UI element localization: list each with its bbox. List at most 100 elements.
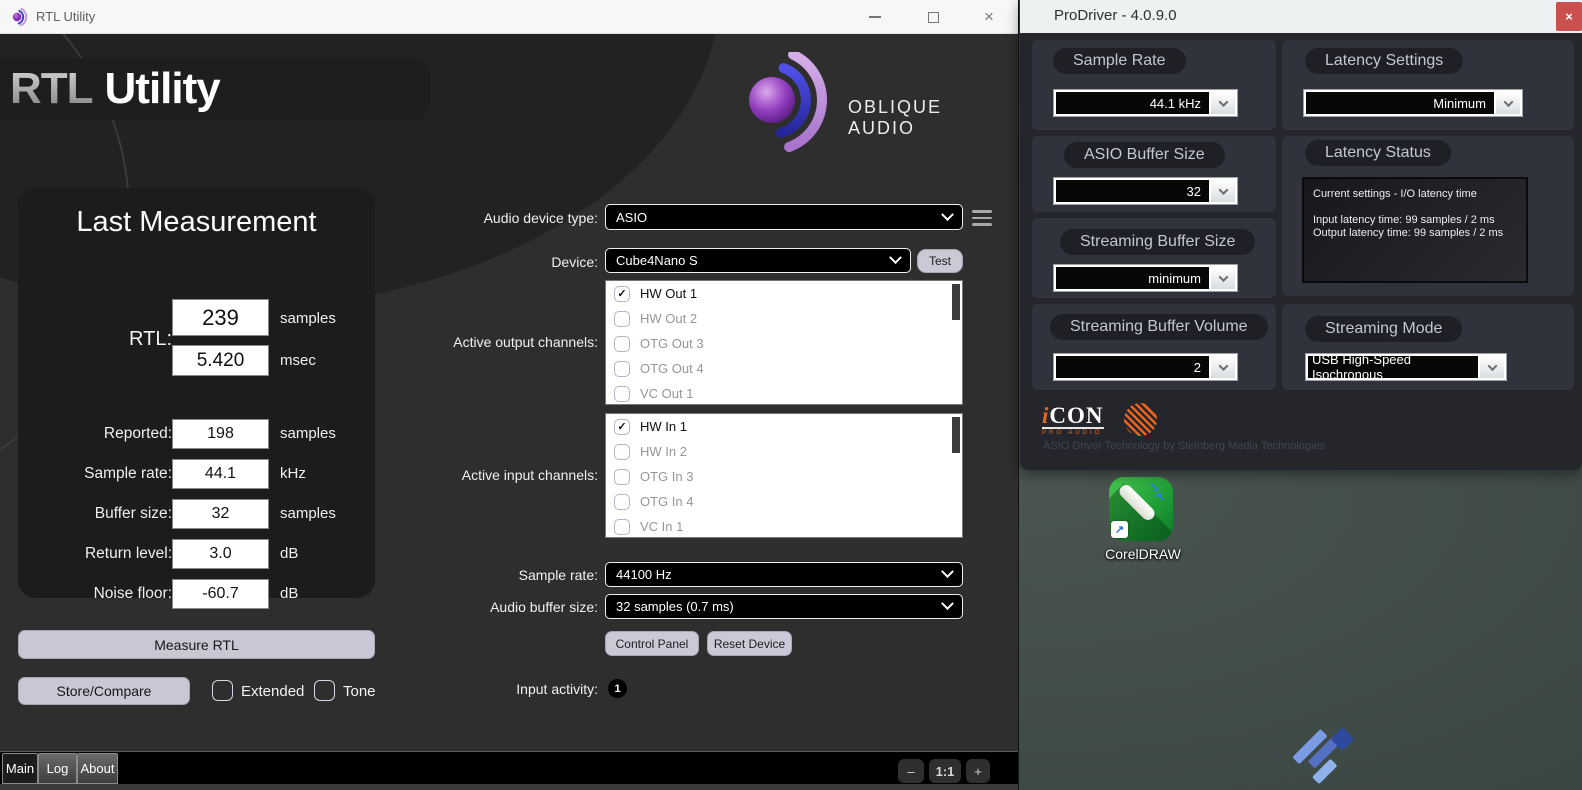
channel-option[interactable]: OTG In 3 [606, 464, 962, 489]
rtl-label: RTL: [129, 328, 172, 350]
test-button[interactable]: Test [917, 249, 963, 273]
channel-option[interactable]: OTG Out 3 [606, 331, 962, 356]
control-panel-button[interactable]: Control Panel [605, 631, 699, 656]
device-type-dropdown[interactable]: ASIO [605, 204, 963, 230]
streaming-buffer-size-dropdown[interactable]: minimum [1053, 264, 1238, 292]
scrollbar-thumb[interactable] [952, 417, 960, 453]
desktop: ↘ ↖ ↗ CorelDRAW RTL Utility × RTL Utility [0, 0, 1582, 790]
minimize-icon [869, 16, 881, 18]
proaudio-sublabel: PRO AUDIO [1042, 430, 1103, 436]
checkbox[interactable] [614, 443, 630, 460]
measure-rtl-button[interactable]: Measure RTL [18, 630, 375, 659]
oblique-logo-icon [749, 49, 827, 152]
device-dropdown[interactable]: Cube4Nano S [605, 248, 911, 273]
streaming-buffer-volume-dropdown[interactable]: 2 [1053, 353, 1238, 381]
extended-label: Extended [241, 683, 305, 700]
latency-status-label: Latency Status [1305, 140, 1451, 166]
row-value: 3.0 [172, 539, 269, 569]
row-label: Noise floor: [93, 585, 172, 602]
checkbox[interactable] [614, 518, 630, 535]
prodriver-window: ProDriver - 4.0.9.0 × Sample Rate Latenc… [1020, 0, 1582, 470]
extended-checkbox[interactable] [212, 680, 233, 701]
checkbox[interactable] [614, 335, 630, 352]
rtl-utility-window: RTL Utility × RTL Utility OBLIQUE AUDIO … [0, 0, 1019, 790]
unit-label: samples [280, 310, 336, 327]
icon-proaudio-logo: iCON PRO AUDIO [1042, 403, 1157, 436]
unit-label: samples [280, 505, 336, 522]
checkbox[interactable] [614, 493, 630, 510]
input-channels-list[interactable]: ✓ HW In 1 HW In 2 OTG In 3 OTG In 4 VC I… [605, 413, 963, 538]
window-edge [0, 784, 1018, 790]
chevron-down-icon[interactable] [1211, 267, 1235, 289]
channel-option[interactable]: OTG Out 4 [606, 356, 962, 381]
hamburger-icon[interactable] [972, 210, 992, 226]
samplerate-dropdown[interactable]: 44100 Hz [605, 562, 963, 587]
channel-option[interactable]: HW Out 2 [606, 306, 962, 331]
chevron-down-icon[interactable] [1211, 180, 1235, 202]
tab-bar: Main Log About – 1:1 + [0, 751, 1018, 784]
reset-device-button[interactable]: Reset Device [707, 631, 792, 656]
zoom-in-button[interactable]: + [966, 759, 990, 783]
row-label: Buffer size: [94, 505, 172, 522]
chevron-down-icon[interactable] [1211, 92, 1235, 114]
window-title: ProDriver - 4.0.9.0 [1054, 7, 1177, 24]
chevron-down-icon[interactable] [1211, 356, 1235, 378]
close-button[interactable]: × [1556, 2, 1582, 31]
tab-about[interactable]: About [77, 753, 118, 784]
zoom-level-button[interactable]: 1:1 [929, 759, 961, 783]
chevron-down-icon [889, 251, 902, 265]
chevron-down-icon [941, 597, 954, 611]
rtl-titlebar[interactable]: RTL Utility × [0, 0, 1018, 34]
maximize-button[interactable] [910, 0, 956, 34]
chevron-down-icon[interactable] [1480, 356, 1504, 378]
tab-log[interactable]: Log [38, 753, 77, 784]
pcsx2-logo [1285, 709, 1373, 790]
samplerate-label: Sample rate: [518, 567, 598, 583]
checkbox[interactable] [614, 385, 630, 402]
output-channels-list[interactable]: ✓ HW Out 1 HW Out 2 OTG Out 3 OTG Out 4 [605, 280, 963, 405]
unit-label: samples [280, 425, 336, 442]
window-title: RTL Utility [36, 9, 96, 24]
row-value: -60.7 [172, 579, 269, 609]
rtl-main-panel: RTL Utility OBLIQUE AUDIO Last Measureme… [0, 34, 1018, 751]
close-button[interactable]: × [966, 0, 1012, 34]
steinberg-tagline: ASIO Driver Technology by Steinberg Medi… [1043, 440, 1326, 452]
channel-option[interactable]: ✓ HW In 1 [606, 414, 962, 439]
scrollbar-thumb[interactable] [952, 284, 960, 320]
device-type-label: Audio device type: [483, 210, 598, 226]
streaming-mode-dropdown[interactable]: USB High-Speed Isochronous [1305, 352, 1507, 382]
channel-option[interactable]: VC In 1 [606, 514, 962, 539]
row-value: 44.1 [172, 459, 269, 489]
channel-option[interactable]: HW In 2 [606, 439, 962, 464]
zoom-out-button[interactable]: – [898, 759, 924, 783]
rtl-msec-value: 5.420 [172, 345, 269, 376]
store-compare-button[interactable]: Store/Compare [18, 677, 190, 705]
coreldraw-label[interactable]: CorelDRAW [1083, 546, 1203, 562]
channel-option[interactable]: ✓ HW Out 1 [606, 281, 962, 306]
channel-option[interactable]: OTG In 4 [606, 489, 962, 514]
sample-rate-dropdown[interactable]: 44.1 kHz [1053, 89, 1238, 117]
checkbox[interactable] [614, 360, 630, 377]
buffer-size-dropdown[interactable]: 32 samples (0.7 ms) [605, 594, 963, 619]
row-label: Return level: [84, 545, 172, 562]
streaming-buffer-size-label: Streaming Buffer Size [1060, 229, 1256, 255]
minimize-button[interactable] [852, 0, 898, 34]
page-title: RTL Utility [10, 64, 221, 113]
prodriver-titlebar[interactable]: ProDriver - 4.0.9.0 × [1020, 0, 1582, 33]
input-activity-badge: 1 [608, 679, 627, 698]
channel-option[interactable]: VC Out 1 [606, 381, 962, 406]
tab-main[interactable]: Main [2, 753, 38, 784]
shortcut-arrow-icon: ↗ [1111, 521, 1128, 538]
row-label: Reported: [103, 425, 172, 442]
collapse-arrow-icon: ↖ [1155, 489, 1166, 504]
checkbox[interactable]: ✓ [614, 418, 630, 435]
unit-label: dB [280, 545, 299, 562]
asio-buffer-dropdown[interactable]: 32 [1053, 177, 1238, 205]
chevron-down-icon[interactable] [1496, 92, 1520, 114]
status-line: Input latency time: 99 samples / 2 ms [1313, 214, 1495, 226]
checkbox[interactable]: ✓ [614, 285, 630, 302]
checkbox[interactable] [614, 310, 630, 327]
checkbox[interactable] [614, 468, 630, 485]
latency-settings-dropdown[interactable]: Minimum [1303, 89, 1523, 117]
status-line: Current settings - I/O latency time [1313, 188, 1477, 200]
